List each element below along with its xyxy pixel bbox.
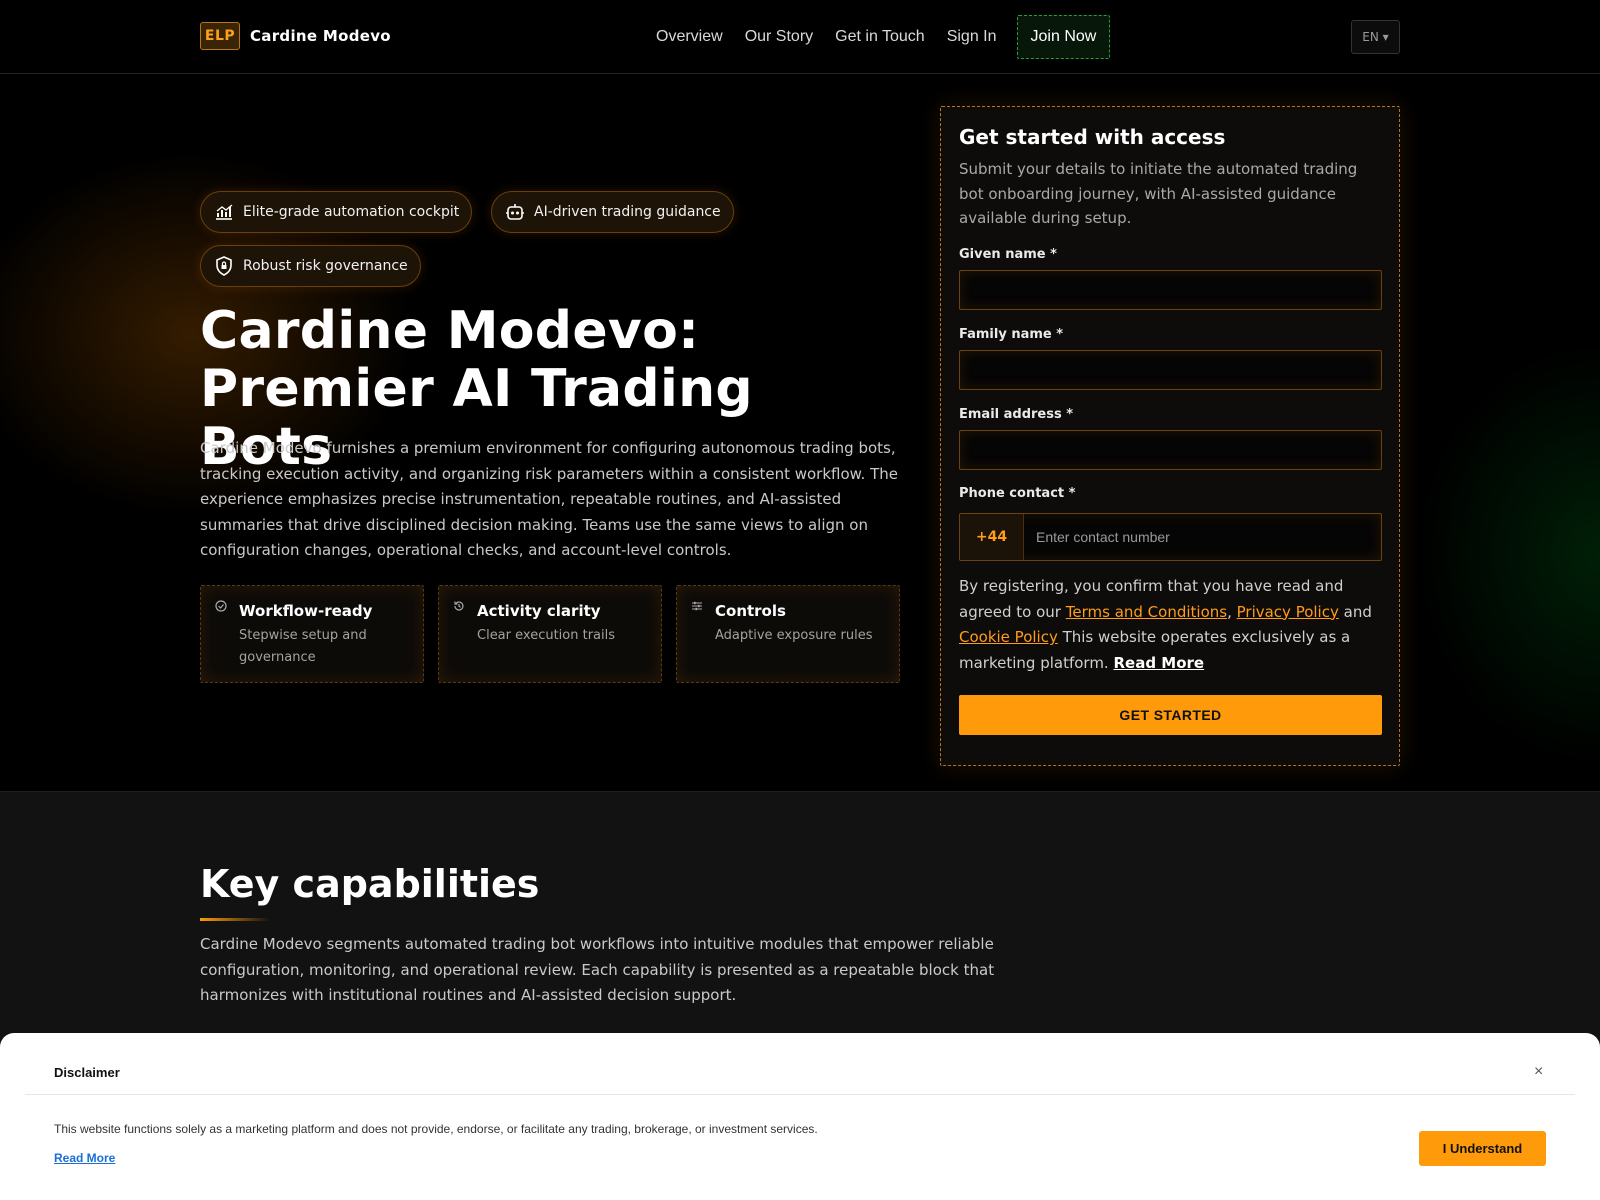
phone-label: Phone contact * [959, 486, 1076, 501]
nav-overview[interactable]: Overview [656, 28, 723, 46]
feature-title: Workflow-ready [239, 602, 373, 620]
feature-card-activity: Activity clarity Clear execution trails [438, 585, 662, 683]
nav-sign-in[interactable]: Sign In [947, 28, 997, 46]
main-nav: Overview Our Story Get in Touch Sign In … [656, 14, 1132, 60]
capabilities-title: Key capabilities [200, 862, 540, 906]
check-circle-icon [215, 600, 227, 615]
read-more-link[interactable]: Read More [1113, 654, 1204, 672]
brand-name: Cardine Modevo [250, 27, 391, 45]
signup-form: Get started with access Submit your deta… [940, 106, 1400, 766]
capabilities-text: Cardine Modevo segments automated tradin… [200, 935, 995, 1004]
disclaimer-read-more-link[interactable]: Read More [54, 1151, 115, 1165]
shield-icon [213, 255, 235, 277]
given-name-field[interactable] [959, 270, 1382, 310]
get-started-button[interactable]: GET STARTED [959, 695, 1382, 735]
pill-automation-cockpit: Elite-grade automation cockpit [200, 191, 473, 233]
sliders-icon [691, 600, 703, 615]
disclaimer-banner: Disclaimer × This website functions sole… [0, 1033, 1600, 1200]
disclaimer-title: Disclaimer [54, 1065, 120, 1080]
chart-icon [213, 201, 235, 223]
language-selector[interactable]: EN ▾ [1351, 20, 1400, 54]
feature-title: Controls [715, 602, 786, 620]
pill-label: Elite-grade automation cockpit [243, 204, 460, 220]
privacy-link[interactable]: Privacy Policy [1237, 603, 1339, 621]
pill-label: Robust risk governance [243, 258, 408, 274]
feature-desc: Clear execution trails [477, 628, 616, 643]
pill-ai-guidance: AI-driven trading guidance [491, 191, 734, 233]
pill-risk-governance: Robust risk governance [200, 245, 421, 287]
pill-label: AI-driven trading guidance [534, 204, 721, 220]
form-subtitle: Submit your details to initiate the auto… [959, 160, 1358, 227]
nav-get-in-touch[interactable]: Get in Touch [835, 28, 925, 46]
email-field[interactable] [959, 430, 1382, 470]
feature-desc: Adaptive exposure rules [715, 628, 873, 643]
consent-comma: , [1227, 602, 1237, 621]
history-icon [453, 600, 465, 615]
close-icon[interactable]: × [1534, 1063, 1543, 1081]
i-understand-button[interactable]: I Understand [1419, 1131, 1546, 1166]
hero-lead: Cardine Modevo furnishes a premium envir… [200, 439, 898, 559]
family-name-field[interactable] [959, 350, 1382, 390]
given-name-label: Given name * [959, 247, 1057, 262]
cookie-link[interactable]: Cookie Policy [959, 628, 1058, 646]
robot-icon [504, 201, 526, 223]
title-underline [200, 918, 270, 921]
nav-our-story[interactable]: Our Story [745, 28, 813, 46]
feature-title: Activity clarity [477, 602, 601, 620]
disclaimer-text: This website functions solely as a marke… [54, 1122, 818, 1136]
feature-card-controls: Controls Adaptive exposure rules [676, 585, 900, 683]
phone-input[interactable] [1024, 514, 1381, 560]
email-label: Email address * [959, 407, 1074, 422]
consent-text: By registering, you confirm that you hav… [959, 574, 1379, 676]
consent-and: and [1338, 602, 1372, 621]
logo-badge: ELP [200, 22, 240, 50]
hero-section: Elite-grade automation cockpit AI-driven… [0, 74, 1600, 792]
country-code-selector[interactable]: +44 [960, 514, 1024, 560]
join-now-button[interactable]: Join Now [1016, 15, 1111, 59]
terms-link[interactable]: Terms and Conditions [1066, 603, 1227, 621]
feature-card-workflow: Workflow-ready Stepwise setup and govern… [200, 585, 424, 683]
top-header: ELP Cardine Modevo Overview Our Story Ge… [0, 0, 1600, 74]
form-title: Get started with access [959, 125, 1226, 149]
feature-desc: Stepwise setup and governance [239, 628, 367, 665]
phone-group: +44 [959, 513, 1382, 561]
family-name-label: Family name * [959, 327, 1064, 342]
divider [25, 1094, 1575, 1095]
brand-logo[interactable]: ELP Cardine Modevo [200, 22, 391, 50]
